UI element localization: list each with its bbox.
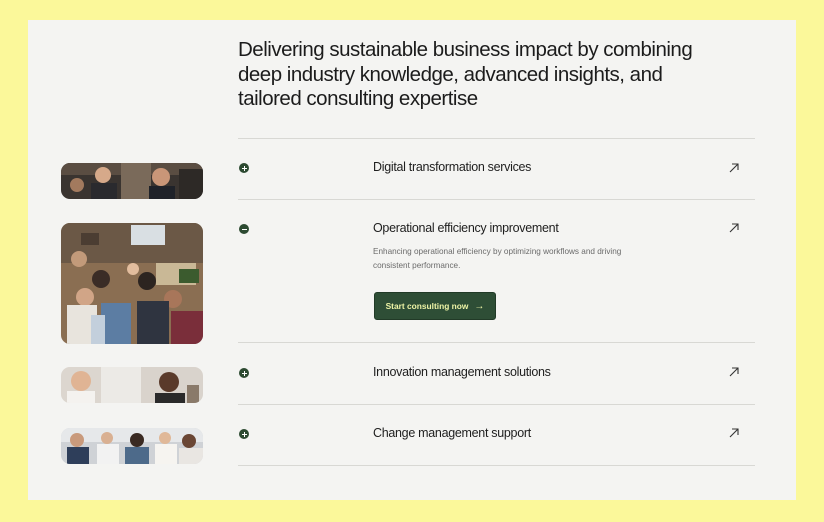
service-title-innovation-management[interactable]: Innovation management solutions — [373, 365, 551, 379]
arrow-right-icon: → — [474, 300, 485, 312]
service-image-change-management — [61, 428, 203, 464]
service-image-innovation-management — [61, 367, 203, 403]
arrow-up-right-icon[interactable] — [728, 222, 740, 234]
divider — [238, 199, 755, 200]
divider — [238, 138, 755, 139]
service-image-digital-transformation — [61, 163, 203, 199]
arrow-up-right-icon[interactable] — [728, 366, 740, 378]
service-description: Enhancing operational efficiency by opti… — [373, 247, 622, 270]
section-headline: Delivering sustainable business impact b… — [238, 38, 693, 110]
divider — [238, 342, 755, 343]
arrow-up-right-icon[interactable] — [728, 427, 740, 439]
expand-icon[interactable] — [239, 163, 249, 173]
service-title-change-management[interactable]: Change management support — [373, 426, 531, 440]
service-title-operational-efficiency[interactable]: Operational efficiency improvement — [373, 221, 559, 235]
expand-icon[interactable] — [239, 368, 249, 378]
expand-icon[interactable] — [239, 429, 249, 439]
arrow-up-right-icon[interactable] — [728, 162, 740, 174]
divider — [238, 465, 755, 466]
divider — [238, 404, 755, 405]
service-title-digital-transformation[interactable]: Digital transformation services — [373, 160, 531, 174]
start-consulting-button[interactable]: Start consulting now → — [374, 292, 496, 320]
cta-label: Start consulting now — [385, 301, 469, 311]
services-section: Delivering sustainable business impact b… — [28, 20, 796, 500]
service-image-operational-efficiency — [61, 223, 203, 344]
collapse-icon[interactable] — [239, 224, 249, 234]
